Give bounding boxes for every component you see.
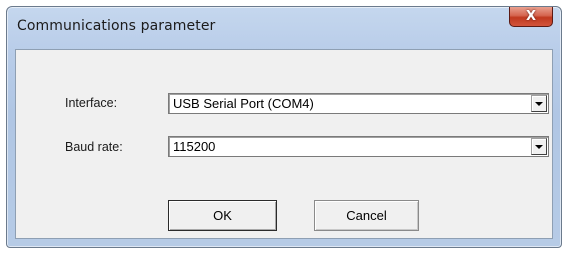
ok-button[interactable]: OK xyxy=(168,200,277,231)
close-button[interactable]: X xyxy=(509,7,553,27)
chevron-down-icon xyxy=(535,101,543,106)
baud-rate-label: Baud rate: xyxy=(65,140,123,154)
interface-select[interactable]: USB Serial Port (COM4) xyxy=(168,93,549,114)
title-bar[interactable]: Communications parameter X xyxy=(7,7,561,45)
baud-rate-value: 115200 xyxy=(173,139,216,154)
dialog-window: Communications parameter X Interface: US… xyxy=(6,6,562,248)
baud-rate-select[interactable]: 115200 xyxy=(168,136,549,157)
chevron-down-icon xyxy=(535,144,543,149)
cancel-button[interactable]: Cancel xyxy=(314,200,419,231)
interface-value: USB Serial Port (COM4) xyxy=(173,96,314,111)
close-icon: X xyxy=(525,9,537,24)
interface-label: Interface: xyxy=(65,96,118,110)
dialog-body: Interface: USB Serial Port (COM4) Baud r… xyxy=(15,49,553,239)
baud-rate-dropdown-button[interactable] xyxy=(531,138,547,155)
dialog-title: Communications parameter xyxy=(17,18,216,34)
interface-dropdown-button[interactable] xyxy=(531,95,547,112)
